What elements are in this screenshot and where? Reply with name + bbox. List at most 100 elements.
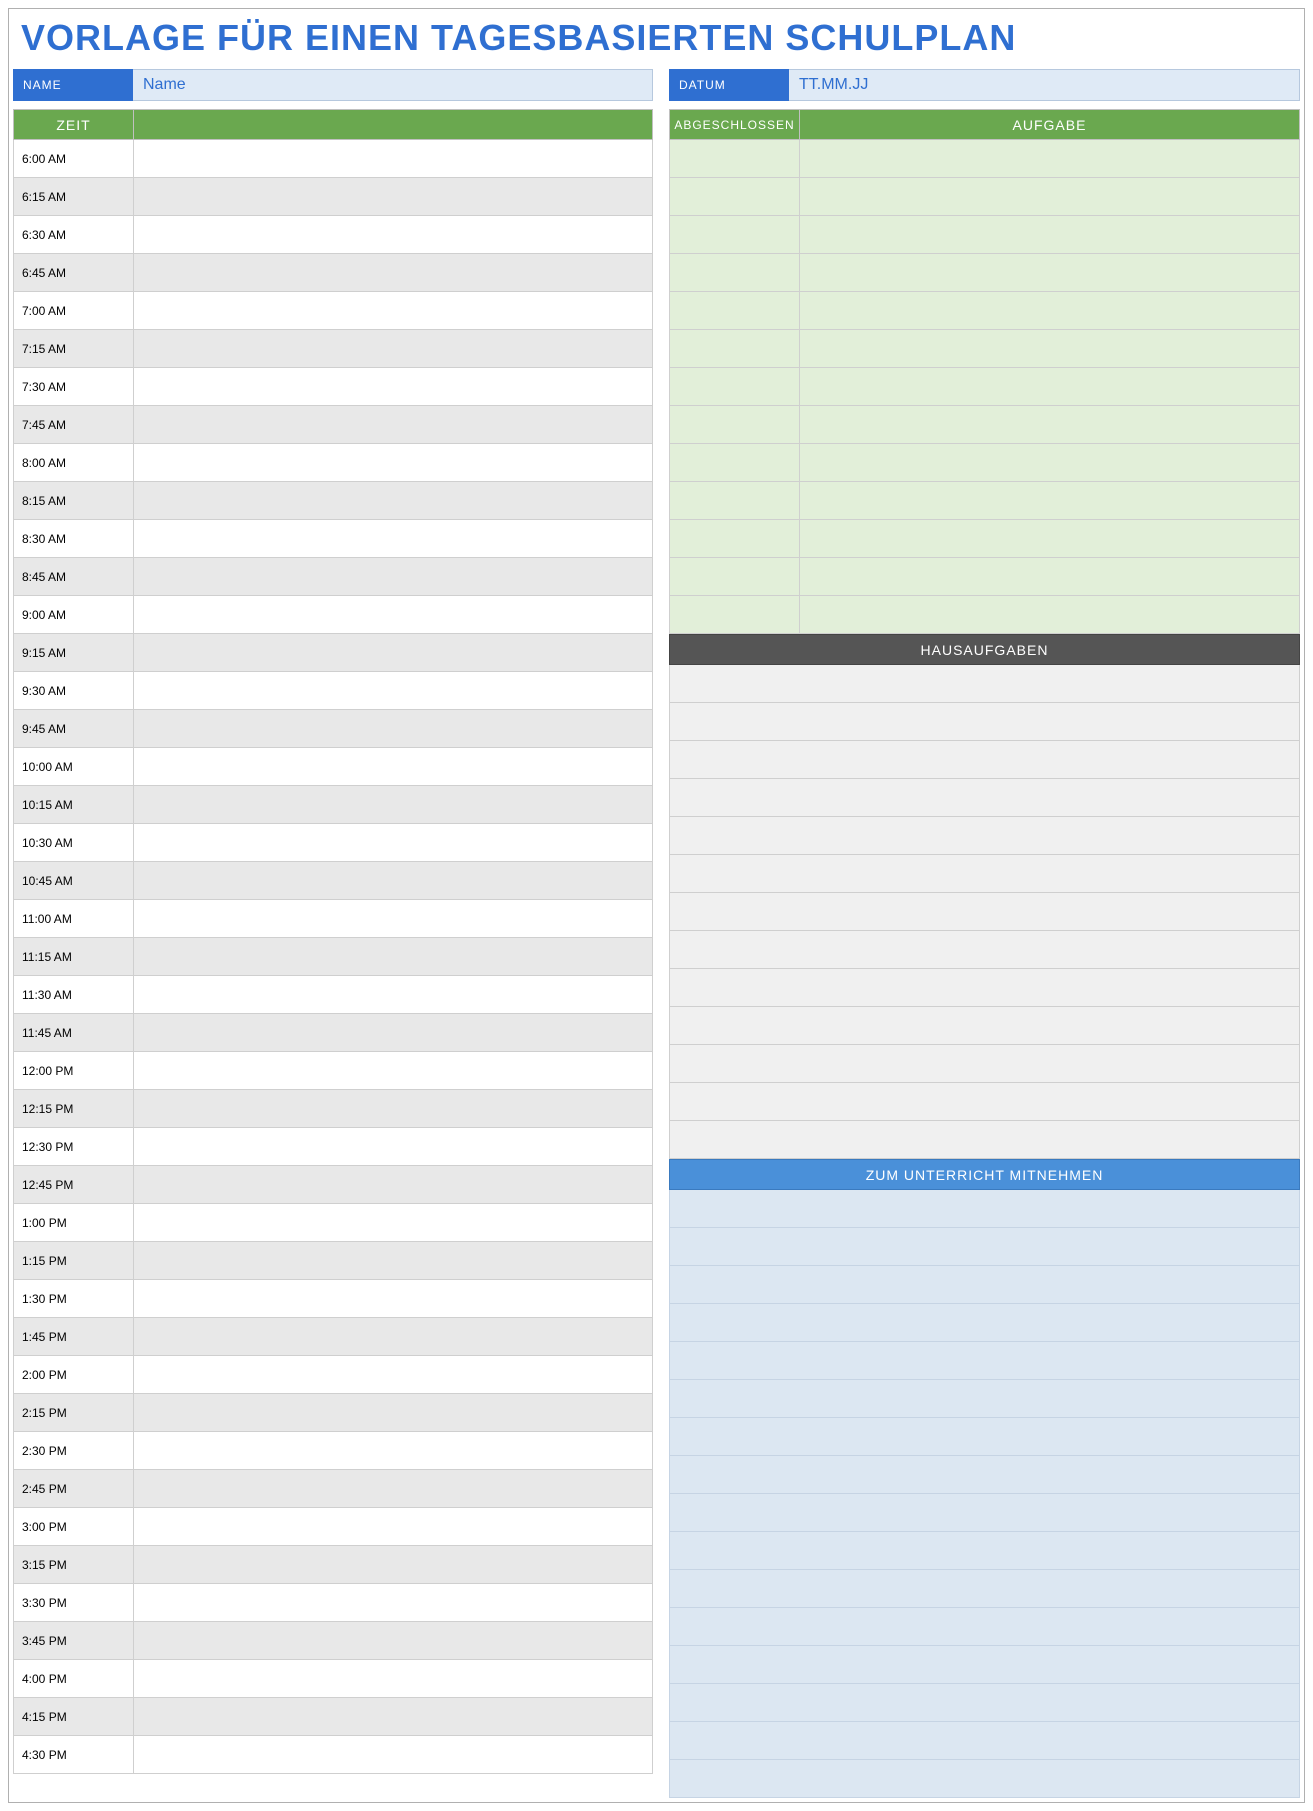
date-input[interactable]: TT.MM.JJ (789, 69, 1300, 101)
time-entry-cell[interactable] (134, 710, 653, 748)
bring-cell[interactable] (670, 1190, 1300, 1228)
time-entry-cell[interactable] (134, 1090, 653, 1128)
task-done-cell[interactable] (670, 254, 800, 292)
time-entry-cell[interactable] (134, 1242, 653, 1280)
task-done-cell[interactable] (670, 330, 800, 368)
task-text-cell[interactable] (800, 140, 1300, 178)
time-entry-cell[interactable] (134, 596, 653, 634)
time-entry-cell[interactable] (134, 178, 653, 216)
time-entry-cell[interactable] (134, 368, 653, 406)
time-entry-cell[interactable] (134, 482, 653, 520)
time-entry-cell[interactable] (134, 1584, 653, 1622)
time-entry-cell[interactable] (134, 748, 653, 786)
bring-cell[interactable] (670, 1608, 1300, 1646)
bring-cell[interactable] (670, 1532, 1300, 1570)
time-entry-cell[interactable] (134, 1698, 653, 1736)
time-entry-cell[interactable] (134, 1660, 653, 1698)
homework-cell[interactable] (670, 1045, 1300, 1083)
time-entry-cell[interactable] (134, 1318, 653, 1356)
time-entry-cell[interactable] (134, 976, 653, 1014)
time-entry-cell[interactable] (134, 406, 653, 444)
time-entry-cell[interactable] (134, 1166, 653, 1204)
time-entry-cell[interactable] (134, 1470, 653, 1508)
time-entry-cell[interactable] (134, 1014, 653, 1052)
time-entry-cell[interactable] (134, 900, 653, 938)
task-done-cell[interactable] (670, 178, 800, 216)
bring-cell[interactable] (670, 1380, 1300, 1418)
time-entry-cell[interactable] (134, 444, 653, 482)
task-done-cell[interactable] (670, 482, 800, 520)
homework-cell[interactable] (670, 931, 1300, 969)
task-done-cell[interactable] (670, 292, 800, 330)
bring-cell[interactable] (670, 1456, 1300, 1494)
bring-cell[interactable] (670, 1646, 1300, 1684)
task-done-cell[interactable] (670, 216, 800, 254)
homework-cell[interactable] (670, 893, 1300, 931)
task-text-cell[interactable] (800, 254, 1300, 292)
time-entry-cell[interactable] (134, 1546, 653, 1584)
homework-cell[interactable] (670, 703, 1300, 741)
time-entry-cell[interactable] (134, 1052, 653, 1090)
time-entry-cell[interactable] (134, 938, 653, 976)
time-entry-cell[interactable] (134, 1128, 653, 1166)
name-input[interactable]: Name (133, 69, 653, 101)
task-text-cell[interactable] (800, 558, 1300, 596)
bring-cell[interactable] (670, 1494, 1300, 1532)
time-entry-cell[interactable] (134, 520, 653, 558)
task-text-cell[interactable] (800, 444, 1300, 482)
time-entry-cell[interactable] (134, 558, 653, 596)
task-done-cell[interactable] (670, 140, 800, 178)
time-entry-cell[interactable] (134, 330, 653, 368)
time-entry-cell[interactable] (134, 140, 653, 178)
time-entry-cell[interactable] (134, 1204, 653, 1242)
homework-cell[interactable] (670, 1083, 1300, 1121)
homework-cell[interactable] (670, 741, 1300, 779)
bring-cell[interactable] (670, 1342, 1300, 1380)
task-text-cell[interactable] (800, 216, 1300, 254)
time-entry-cell[interactable] (134, 634, 653, 672)
task-text-cell[interactable] (800, 330, 1300, 368)
bring-cell[interactable] (670, 1760, 1300, 1798)
time-entry-cell[interactable] (134, 216, 653, 254)
task-done-cell[interactable] (670, 368, 800, 406)
bring-cell[interactable] (670, 1684, 1300, 1722)
time-entry-cell[interactable] (134, 1356, 653, 1394)
time-entry-cell[interactable] (134, 292, 653, 330)
homework-cell[interactable] (670, 855, 1300, 893)
homework-cell[interactable] (670, 1007, 1300, 1045)
time-entry-cell[interactable] (134, 786, 653, 824)
task-text-cell[interactable] (800, 292, 1300, 330)
task-done-cell[interactable] (670, 596, 800, 634)
task-text-cell[interactable] (800, 596, 1300, 634)
time-entry-cell[interactable] (134, 1394, 653, 1432)
bring-cell[interactable] (670, 1570, 1300, 1608)
task-done-cell[interactable] (670, 444, 800, 482)
time-entry-cell[interactable] (134, 862, 653, 900)
task-text-cell[interactable] (800, 520, 1300, 558)
bring-cell[interactable] (670, 1266, 1300, 1304)
time-entry-cell[interactable] (134, 824, 653, 862)
bring-cell[interactable] (670, 1304, 1300, 1342)
homework-cell[interactable] (670, 665, 1300, 703)
time-entry-cell[interactable] (134, 1622, 653, 1660)
bring-cell[interactable] (670, 1228, 1300, 1266)
task-text-cell[interactable] (800, 406, 1300, 444)
time-entry-cell[interactable] (134, 1508, 653, 1546)
task-text-cell[interactable] (800, 178, 1300, 216)
time-entry-cell[interactable] (134, 672, 653, 710)
task-done-cell[interactable] (670, 406, 800, 444)
homework-cell[interactable] (670, 817, 1300, 855)
time-entry-cell[interactable] (134, 1736, 653, 1774)
time-entry-cell[interactable] (134, 1280, 653, 1318)
homework-cell[interactable] (670, 779, 1300, 817)
bring-cell[interactable] (670, 1418, 1300, 1456)
homework-cell[interactable] (670, 969, 1300, 1007)
task-text-cell[interactable] (800, 368, 1300, 406)
task-done-cell[interactable] (670, 520, 800, 558)
time-entry-cell[interactable] (134, 1432, 653, 1470)
time-entry-cell[interactable] (134, 254, 653, 292)
task-done-cell[interactable] (670, 558, 800, 596)
bring-cell[interactable] (670, 1722, 1300, 1760)
task-text-cell[interactable] (800, 482, 1300, 520)
homework-cell[interactable] (670, 1121, 1300, 1159)
